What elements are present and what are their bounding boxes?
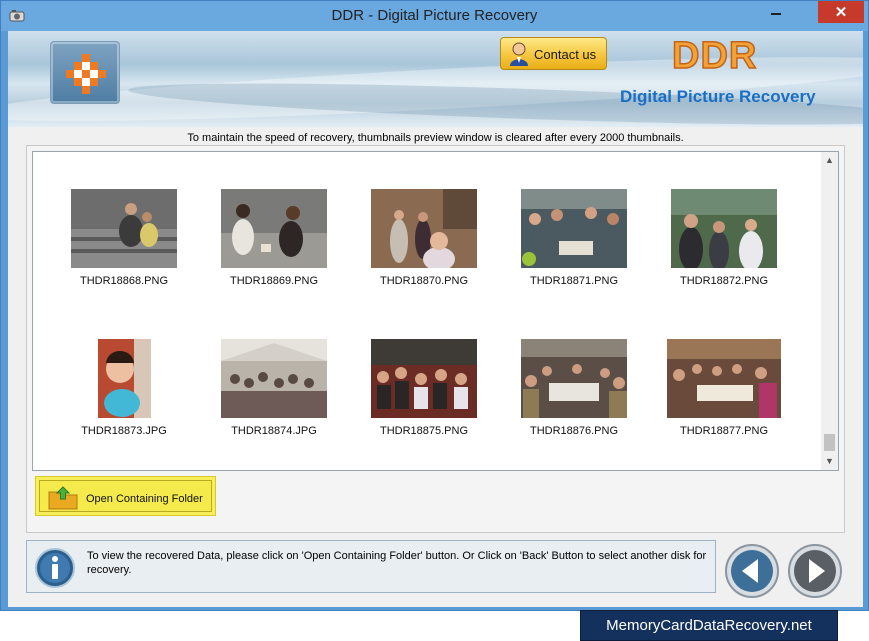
photo-thumbnail (71, 189, 177, 268)
website-watermark: MemoryCardDataRecovery.net (580, 610, 838, 641)
next-button[interactable] (787, 543, 843, 599)
photo-thumbnail (671, 189, 777, 268)
photo-thumbnail (97, 339, 151, 418)
next-arrow-icon (788, 544, 842, 598)
thumbnail-item[interactable]: THDR18875.PNG (359, 339, 489, 437)
back-arrow-icon (725, 544, 779, 598)
app-window: DDR - Digital Picture Recovery ✕ Contact… (0, 0, 869, 611)
photo-thumbnail (221, 339, 327, 418)
thumbnail-item[interactable]: THDR18877.PNG (659, 339, 789, 437)
thumbnail-filename: THDR18870.PNG (379, 275, 469, 287)
scroll-up-icon[interactable]: ▲ (821, 152, 838, 169)
brand-logo-text: DDR (671, 34, 758, 78)
preview-notice: To maintain the speed of recovery, thumb… (187, 132, 684, 144)
thumbnail-filename: THDR18875.PNG (379, 425, 469, 437)
info-icon (33, 547, 77, 592)
client-area: Contact us DDR Digital Picture Recovery … (8, 31, 863, 607)
app-logo (50, 41, 120, 104)
close-icon: ✕ (834, 4, 848, 21)
thumbnail-filename: THDR18872.PNG (679, 275, 769, 287)
thumbnail-filename: THDR18874.JPG (231, 425, 317, 437)
thumbnail-item[interactable]: THDR18872.PNG (659, 189, 789, 287)
vertical-scrollbar[interactable]: ▲ ▼ (821, 152, 838, 470)
close-button[interactable]: ✕ (818, 1, 864, 23)
contact-us-button[interactable]: Contact us (500, 37, 607, 70)
thumbnail-filename: THDR18873.JPG (81, 425, 167, 437)
thumbnail-item[interactable]: THDR18869.PNG (209, 189, 339, 287)
minimize-button[interactable] (762, 1, 790, 23)
contact-us-label: Contact us (534, 47, 597, 62)
photo-thumbnail (371, 189, 477, 268)
scrollbar-thumb[interactable] (824, 434, 835, 451)
thumbnail-item[interactable]: THDR18874.JPG (209, 339, 339, 437)
photo-thumbnail (371, 339, 477, 418)
product-subtitle: Digital Picture Recovery (620, 87, 816, 106)
title-bar[interactable]: DDR - Digital Picture Recovery ✕ (1, 1, 868, 31)
thumbnail-item[interactable]: THDR18873.JPG (59, 339, 189, 437)
header-banner: Contact us DDR Digital Picture Recovery (8, 31, 863, 127)
thumbnail-filename: THDR18869.PNG (229, 275, 319, 287)
thumbnail-filename: THDR18868.PNG (79, 275, 169, 287)
thumbnail-preview-window[interactable]: THDR18868.PNG THDR18869.PNG THDR18870.PN… (32, 151, 839, 471)
back-button[interactable] (724, 543, 780, 599)
status-text: To view the recovered Data, please click… (87, 550, 707, 576)
results-panel: THDR18868.PNG THDR18869.PNG THDR18870.PN… (26, 145, 845, 533)
status-message-box: To view the recovered Data, please click… (26, 540, 716, 593)
open-containing-folder-button[interactable]: Open Containing Folder (35, 476, 216, 516)
photo-thumbnail (221, 189, 327, 268)
photo-thumbnail (521, 189, 627, 268)
thumbnail-item[interactable]: THDR18876.PNG (509, 339, 639, 437)
thumbnail-filename: THDR18871.PNG (529, 275, 619, 287)
checker-logo-icon (66, 54, 106, 94)
photo-thumbnail (667, 339, 781, 418)
photo-thumbnail (521, 339, 627, 418)
thumbnail-item[interactable]: THDR18868.PNG (59, 189, 189, 287)
window-title: DDR - Digital Picture Recovery (331, 7, 538, 24)
thumbnail-filename: THDR18876.PNG (529, 425, 619, 437)
person-icon (507, 41, 531, 70)
thumbnail-item[interactable]: THDR18871.PNG (509, 189, 639, 287)
folder-icon (48, 486, 78, 513)
scroll-down-icon[interactable]: ▼ (821, 453, 838, 470)
thumbnail-filename: THDR18877.PNG (679, 425, 769, 437)
thumbnail-item[interactable]: THDR18870.PNG (359, 189, 489, 287)
open-folder-label: Open Containing Folder (86, 493, 203, 505)
